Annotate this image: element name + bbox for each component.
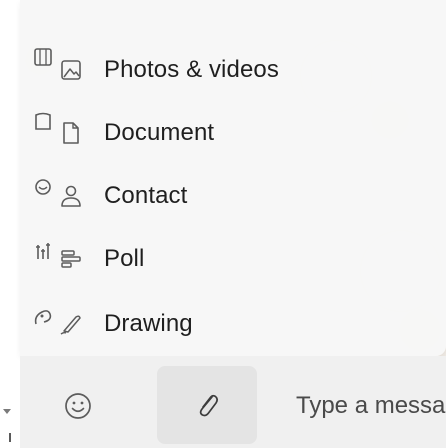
emoji-button[interactable] xyxy=(62,390,94,422)
document-icon xyxy=(32,111,54,133)
chat-window: Photos & videos Document Contact Poll Dr… xyxy=(0,0,446,448)
menu-item-document[interactable]: Document xyxy=(58,113,418,153)
menu-item-label: Photos & videos xyxy=(104,56,279,83)
compose-bar xyxy=(20,356,446,448)
attach-menu: Photos & videos Document Contact Poll Dr… xyxy=(20,0,446,356)
collapse-arrow-icon[interactable] xyxy=(3,409,11,414)
menu-item-label: Poll xyxy=(104,245,145,272)
document-icon xyxy=(58,120,84,146)
drawing-icon xyxy=(32,306,54,328)
menu-item-label: Drawing xyxy=(104,310,193,337)
message-input[interactable] xyxy=(296,386,446,426)
contact-icon xyxy=(32,176,54,198)
menu-item-poll[interactable]: Poll xyxy=(58,239,418,279)
attach-button[interactable] xyxy=(157,366,257,444)
poll-icon xyxy=(58,246,84,272)
photo-icon xyxy=(32,46,54,68)
strip-marker xyxy=(9,433,11,442)
poll-icon xyxy=(32,241,54,263)
photo-icon xyxy=(58,57,84,83)
left-sidebar-strip xyxy=(0,0,21,448)
contact-icon xyxy=(58,183,84,209)
menu-item-label: Contact xyxy=(104,182,188,209)
menu-item-contact[interactable]: Contact xyxy=(58,176,418,216)
menu-item-photos-videos[interactable]: Photos & videos xyxy=(58,50,418,90)
paperclip-icon xyxy=(193,391,221,419)
menu-item-drawing[interactable]: Drawing xyxy=(58,304,418,344)
drawing-icon xyxy=(58,311,84,337)
emoji-icon xyxy=(63,391,93,421)
menu-item-label: Document xyxy=(104,119,215,146)
